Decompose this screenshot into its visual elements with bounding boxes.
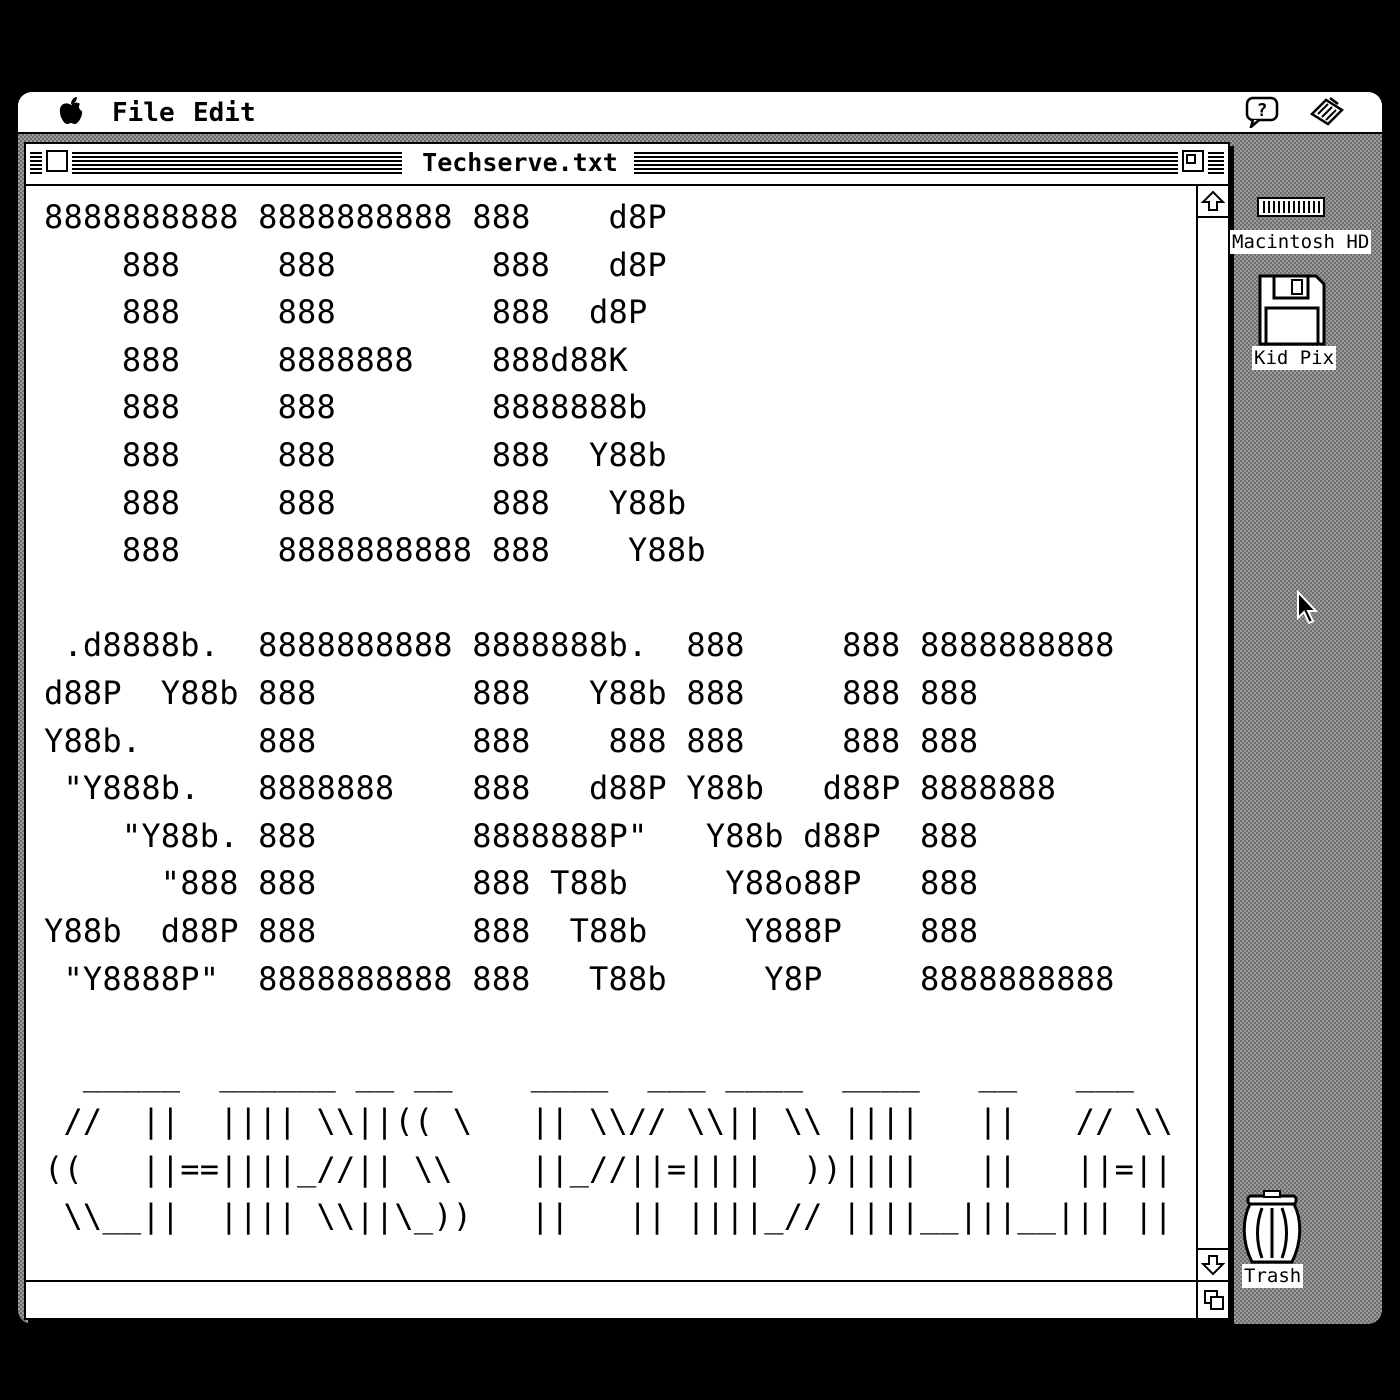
horizontal-scrollbar[interactable]: [26, 1280, 1196, 1318]
floppy-disk-icon[interactable]: [1254, 274, 1326, 346]
window-title: Techserve.txt: [410, 148, 630, 177]
svg-text:?: ?: [1257, 100, 1268, 121]
menu-file[interactable]: File: [112, 98, 175, 128]
scroll-down-arrow-icon[interactable]: [1198, 1248, 1228, 1280]
desktop: File Edit ? Techserve.txt 8888888888 888…: [18, 92, 1382, 1324]
close-box[interactable]: [42, 146, 72, 176]
hard-disk-label[interactable]: Macintosh HD: [1230, 230, 1372, 254]
trash-label[interactable]: Trash: [1242, 1264, 1304, 1288]
floppy-disk-label[interactable]: Kid Pix: [1252, 346, 1337, 370]
title-bar-stripes-right: [634, 152, 1224, 174]
application-menu-icon[interactable]: [1308, 96, 1346, 128]
document-window: Techserve.txt 8888888888 8888888888 888 …: [24, 142, 1230, 1320]
document-content[interactable]: 8888888888 8888888888 888 d8P 888 888 88…: [26, 186, 1196, 1280]
window-title-bar[interactable]: Techserve.txt: [26, 144, 1228, 186]
mouse-pointer-icon: [1296, 589, 1320, 626]
vertical-scrollbar[interactable]: [1196, 186, 1228, 1280]
size-box-icon[interactable]: [1196, 1280, 1228, 1318]
hard-disk-icon[interactable]: [1256, 196, 1326, 218]
scroll-up-arrow-icon[interactable]: [1198, 186, 1228, 218]
menu-bar: File Edit ?: [18, 92, 1382, 134]
apple-menu-icon[interactable]: [58, 96, 84, 133]
balloon-help-icon[interactable]: ?: [1244, 96, 1282, 128]
zoom-box[interactable]: [1178, 146, 1208, 176]
title-bar-stripes-left: [30, 152, 402, 174]
menu-edit[interactable]: Edit: [193, 98, 256, 128]
document-text: 8888888888 8888888888 888 d8P 888 888 88…: [44, 198, 1174, 1236]
trash-icon[interactable]: [1242, 1190, 1302, 1264]
